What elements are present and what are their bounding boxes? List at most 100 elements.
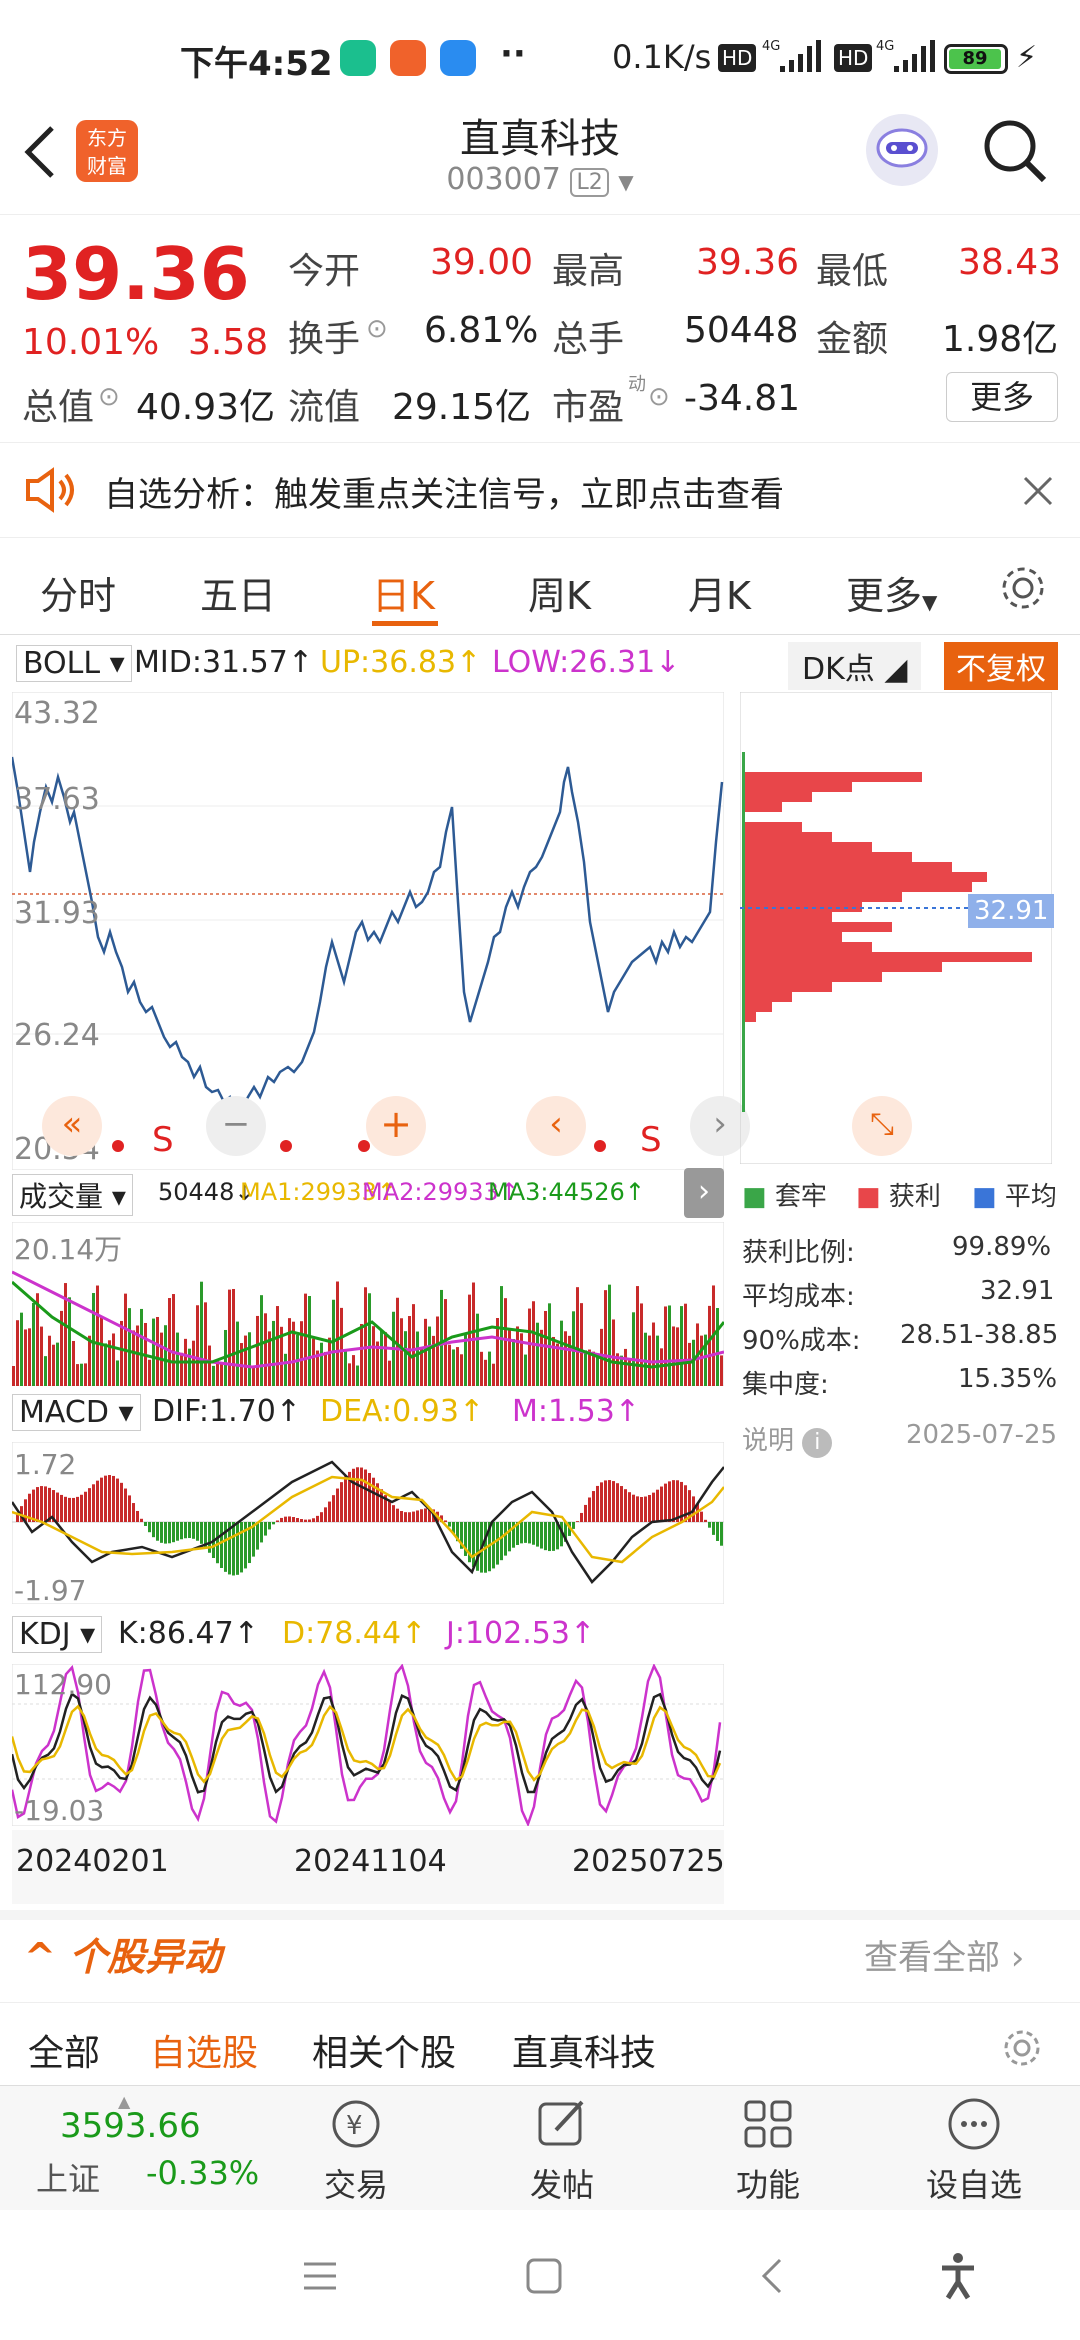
- home-icon[interactable]: [524, 2256, 564, 2296]
- mktcap-value: 40.93亿: [136, 387, 276, 428]
- info-icon[interactable]: ⊙: [366, 314, 388, 344]
- macd-bar: [644, 1496, 647, 1522]
- macd-bar: [504, 1522, 507, 1556]
- index-change[interactable]: -0.33%: [146, 2154, 259, 2192]
- volume-bar: [32, 1302, 35, 1386]
- nav-functions[interactable]: 功能: [698, 2096, 838, 2206]
- step-back-icon[interactable]: ‹: [526, 1096, 586, 1156]
- volume-indicator-select[interactable]: 成交量 ▾: [12, 1174, 133, 1216]
- macd-bar: [168, 1522, 171, 1544]
- volume-bar: [248, 1332, 251, 1386]
- legend-trapped: ■ 套牢: [742, 1182, 827, 1212]
- macd-bar: [276, 1520, 279, 1522]
- filter-stock[interactable]: 直真科技: [512, 2024, 656, 2076]
- expand-panel-icon[interactable]: ›: [684, 1168, 724, 1218]
- macd-bar: [88, 1488, 91, 1522]
- view-all-link[interactable]: 查看全部 ›: [864, 1930, 1024, 1979]
- kdj-indicator-select[interactable]: KDJ ▾: [12, 1616, 103, 1653]
- macd-bar: [300, 1519, 303, 1522]
- nav-post[interactable]: 发帖: [492, 2096, 632, 2206]
- volume-bar: [348, 1363, 351, 1386]
- menu-icon[interactable]: [300, 2258, 340, 2294]
- macd-bar: [156, 1522, 159, 1541]
- kdj-axis-min: -19.03: [14, 1794, 105, 1827]
- volume-bar: [260, 1295, 263, 1386]
- info-icon[interactable]: ⊙: [648, 382, 670, 412]
- macd-bar: [84, 1491, 87, 1522]
- macd-bar: [108, 1475, 111, 1522]
- boll-indicator-select[interactable]: BOLL ▾: [16, 645, 132, 682]
- volume-bar: [612, 1319, 615, 1386]
- fast-back-icon[interactable]: «: [42, 1096, 102, 1156]
- kdj-chart[interactable]: [12, 1664, 724, 1826]
- chip-distribution-chart[interactable]: [740, 692, 1052, 1164]
- volume-bar: [620, 1355, 623, 1386]
- index-value[interactable]: 3593.66: [60, 2106, 201, 2146]
- tab-daily-k[interactable]: 日K: [372, 565, 435, 620]
- volume-bar: [200, 1281, 203, 1386]
- volume-bar: [152, 1318, 155, 1386]
- volume-bar: [716, 1308, 719, 1386]
- trade-icon: ¥: [332, 2100, 380, 2148]
- volume-bar: [208, 1345, 211, 1386]
- tab-monthly-k[interactable]: 月K: [688, 565, 751, 620]
- volume-bar: [324, 1351, 327, 1386]
- close-icon[interactable]: [1022, 475, 1054, 507]
- macd-bar: [220, 1522, 223, 1568]
- filter-related[interactable]: 相关个股: [312, 2024, 456, 2076]
- macd-bar: [344, 1476, 347, 1522]
- volume-bar: [220, 1363, 223, 1386]
- shield-app-icon: [340, 40, 376, 76]
- macd-bar: [44, 1486, 47, 1522]
- nav-trade[interactable]: ¥ 交易: [286, 2096, 426, 2206]
- macd-bar: [576, 1521, 579, 1522]
- kline-chart[interactable]: [12, 692, 724, 1170]
- macd-bar: [324, 1507, 327, 1522]
- filter-all[interactable]: 全部: [28, 2024, 100, 2076]
- macd-m: M:1.53↑: [512, 1394, 640, 1429]
- macd-bar: [524, 1522, 527, 1543]
- gear-icon[interactable]: [998, 563, 1048, 613]
- back-nav-icon[interactable]: [756, 2256, 788, 2296]
- volume-bar: [288, 1318, 291, 1386]
- macd-indicator-select[interactable]: MACD ▾: [12, 1394, 141, 1431]
- search-icon[interactable]: [980, 116, 1050, 186]
- macd-bar: [360, 1467, 363, 1522]
- index-name[interactable]: 上证: [36, 2154, 100, 2200]
- boll-up: UP:36.83↑: [320, 645, 482, 680]
- filter-watchlist[interactable]: 自选股: [150, 2024, 258, 2076]
- volume-bar: [484, 1359, 487, 1386]
- sell-signal: S: [152, 1120, 174, 1160]
- tab-intraday[interactable]: 分时: [40, 565, 116, 620]
- macd-bar: [620, 1486, 623, 1522]
- tab-5day[interactable]: 五日: [200, 565, 276, 620]
- analysis-banner[interactable]: 自选分析：触发重点关注信号，立即点击查看: [0, 442, 1080, 538]
- sell-signal: S: [640, 1120, 662, 1160]
- volume-bar: [112, 1333, 115, 1386]
- turnover-label: 换手: [288, 319, 361, 360]
- macd-chart[interactable]: [12, 1442, 724, 1604]
- dk-point-select[interactable]: DK点 ◢: [788, 642, 922, 690]
- volume-bar: [12, 1366, 15, 1386]
- filter-settings-icon[interactable]: [1000, 2026, 1044, 2070]
- volume-bar: [644, 1332, 647, 1386]
- kdj-j: J:102.53↑: [446, 1616, 596, 1651]
- volume-bar: [516, 1326, 519, 1386]
- adjust-button[interactable]: 不复权: [944, 642, 1058, 690]
- volume-bar: [488, 1351, 491, 1386]
- tab-more[interactable]: 更多▼: [846, 565, 937, 620]
- svg-text:4G: 4G: [876, 39, 894, 54]
- accessibility-icon[interactable]: [938, 2252, 978, 2300]
- nav-add-watchlist[interactable]: 设自选: [904, 2096, 1044, 2206]
- macd-bar: [632, 1494, 635, 1522]
- info-icon[interactable]: ⊙: [98, 382, 120, 412]
- tab-weekly-k[interactable]: 周K: [528, 565, 591, 620]
- zoom-out-icon[interactable]: −: [206, 1096, 266, 1156]
- signal-dot: [594, 1140, 606, 1152]
- chip-note[interactable]: 说明 i: [742, 1420, 833, 1458]
- macd-bar: [548, 1522, 551, 1552]
- robot-avatar[interactable]: [866, 114, 938, 186]
- zoom-in-icon[interactable]: +: [366, 1096, 426, 1156]
- date-start: 20240201: [16, 1844, 169, 1879]
- more-quote-button[interactable]: 更多: [946, 372, 1058, 422]
